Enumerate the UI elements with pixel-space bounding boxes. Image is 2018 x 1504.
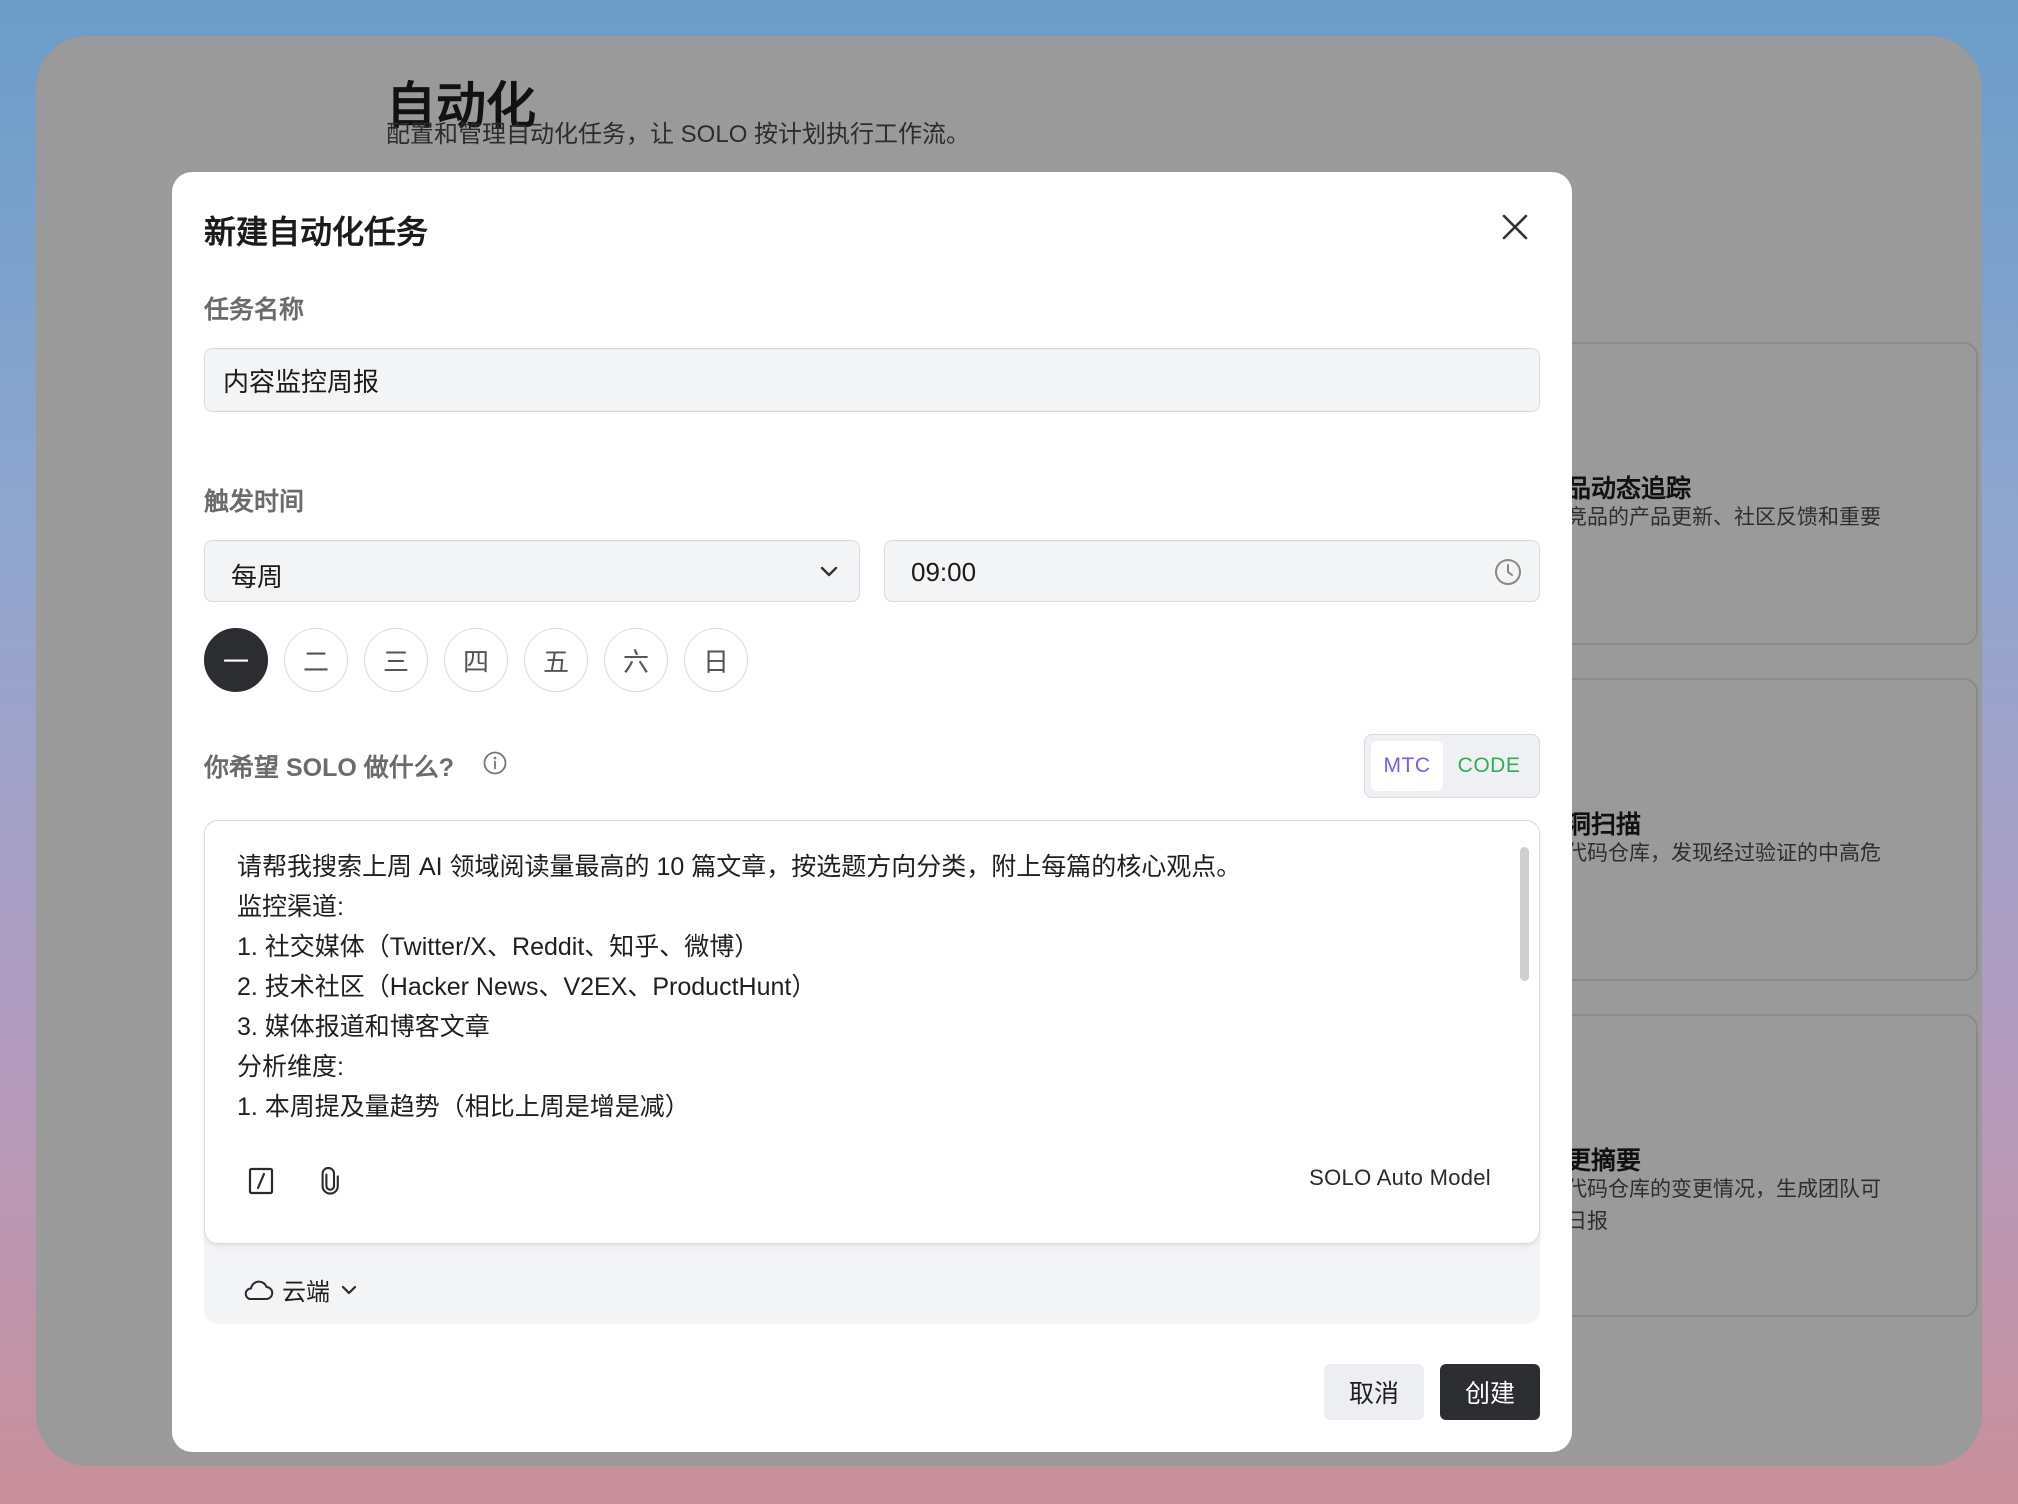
card-title: 更摘要 <box>1566 1147 1642 1175</box>
chevron-down-icon <box>820 566 838 577</box>
trigger-time-label: 触发时间 <box>204 488 305 516</box>
paperclip-icon[interactable] <box>317 1165 349 1197</box>
day-tuesday[interactable]: 二 <box>284 628 348 692</box>
weekday-selector: 一 二 三 四 五 六 日 <box>204 628 748 692</box>
environment-label: 云端 <box>282 1279 330 1306</box>
task-name-input[interactable] <box>204 348 1540 412</box>
prompt-textarea[interactable]: 请帮我搜索上周 AI 领域阅读量最高的 10 篇文章，按选题方向分类，附上每篇的… <box>204 820 1540 1244</box>
day-saturday[interactable]: 六 <box>604 628 668 692</box>
prompt-text: 请帮我搜索上周 AI 领域阅读量最高的 10 篇文章，按选题方向分类，附上每篇的… <box>237 847 1499 1127</box>
day-friday[interactable]: 五 <box>524 628 588 692</box>
card-desc: 竞品的产品更新、社区反馈和重要 <box>1566 506 1881 529</box>
time-value: 09:00 <box>911 557 977 587</box>
day-sunday[interactable]: 日 <box>684 628 748 692</box>
prompt-line: 1. 社交媒体（Twitter/X、Reddit、知乎、微博） <box>237 933 760 961</box>
mode-mtc-button[interactable]: MTC <box>1371 741 1443 791</box>
cloud-icon <box>244 1280 274 1300</box>
prompt-line: 3. 媒体报道和博客文章 <box>237 1013 490 1041</box>
automation-card[interactable]: 品动态追踪 竞品的产品更新、社区反馈和重要 <box>1536 342 1978 645</box>
card-title: 品动态追踪 <box>1566 475 1692 503</box>
card-desc: 代码仓库的变更情况，生成团队可日报 <box>1566 1178 1881 1233</box>
day-wednesday[interactable]: 三 <box>364 628 428 692</box>
automation-card[interactable]: 更摘要 代码仓库的变更情况，生成团队可日报 <box>1536 1014 1978 1317</box>
task-name-label: 任务名称 <box>204 296 305 324</box>
new-automation-dialog: 新建自动化任务 任务名称 触发时间 每周 09:00 一 二 三 四 五 六 日… <box>172 172 1572 1452</box>
prompt-line: 2. 技术社区（Hacker News、V2EX、ProductHunt） <box>237 973 817 1001</box>
close-icon <box>1502 214 1528 240</box>
mode-toggle: MTC CODE <box>1364 734 1540 798</box>
create-button[interactable]: 创建 <box>1440 1364 1540 1420</box>
close-button[interactable] <box>1498 210 1532 244</box>
frequency-value: 每周 <box>231 562 284 592</box>
prompt-line: 监控渠道: <box>237 893 344 921</box>
time-picker[interactable]: 09:00 <box>884 540 1540 602</box>
info-icon[interactable] <box>482 750 508 776</box>
prompt-line: 分析维度: <box>237 1053 344 1081</box>
cancel-button[interactable]: 取消 <box>1324 1364 1424 1420</box>
page-subtitle: 配置和管理自动化任务，让 SOLO 按计划执行工作流。 <box>386 121 971 148</box>
frequency-select[interactable]: 每周 <box>204 540 860 602</box>
slash-command-icon[interactable] <box>245 1165 277 1197</box>
automation-card[interactable]: 洞扫描 代码仓库，发现经过验证的中高危 <box>1536 678 1978 981</box>
card-title: 洞扫描 <box>1566 811 1642 839</box>
prompt-label: 你希望 SOLO 做什么? <box>204 754 455 782</box>
chevron-down-icon <box>341 1285 357 1294</box>
dialog-title: 新建自动化任务 <box>204 214 429 250</box>
clock-icon <box>1495 559 1521 585</box>
model-selector[interactable]: SOLO Auto Model <box>1309 1165 1491 1191</box>
card-desc: 代码仓库，发现经过验证的中高危 <box>1566 842 1881 865</box>
prompt-line: 请帮我搜索上周 AI 领域阅读量最高的 10 篇文章，按选题方向分类，附上每篇的… <box>237 853 1242 881</box>
day-thursday[interactable]: 四 <box>444 628 508 692</box>
environment-selector[interactable]: 云端 <box>242 1272 360 1307</box>
day-monday[interactable]: 一 <box>204 628 268 692</box>
scrollbar[interactable] <box>1520 847 1529 981</box>
mode-code-button[interactable]: CODE <box>1447 741 1531 791</box>
prompt-line: 1. 本周提及量趋势（相比上周是增是减） <box>237 1093 690 1121</box>
